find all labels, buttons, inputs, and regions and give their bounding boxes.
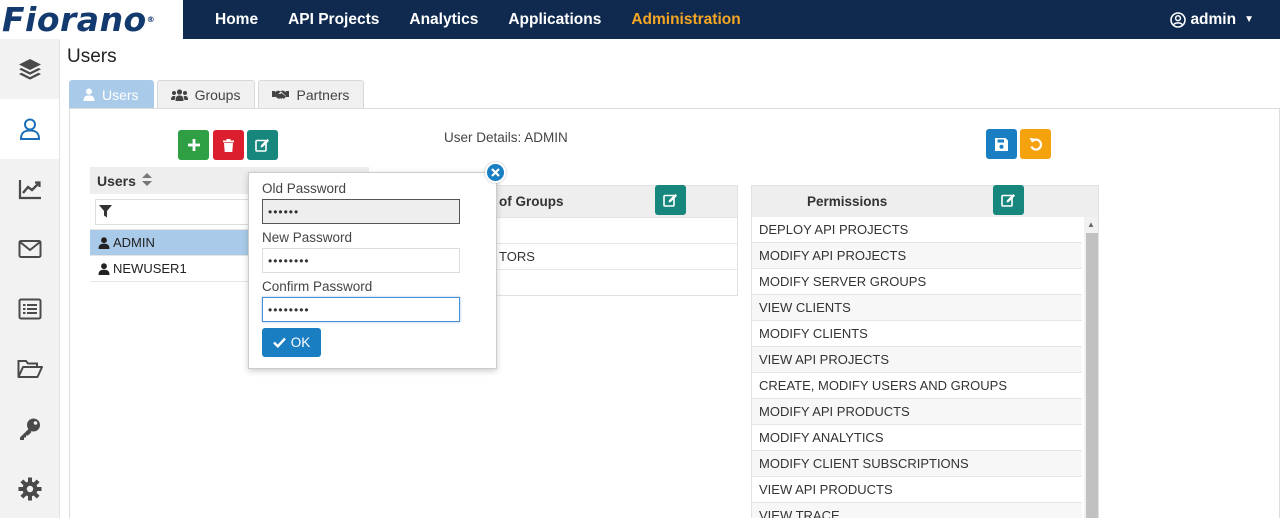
new-password-label: New Password	[262, 230, 353, 245]
close-popover-button[interactable]	[485, 162, 506, 183]
save-button[interactable]	[986, 129, 1017, 159]
change-password-popover: Old Password •••••• New Password •••••••…	[248, 172, 497, 369]
nav-api-projects[interactable]: API Projects	[288, 11, 379, 29]
layers-icon	[18, 59, 41, 80]
nav-analytics[interactable]: Analytics	[409, 11, 478, 29]
check-icon	[272, 337, 286, 348]
sidebar-item-settings[interactable]	[0, 459, 59, 519]
user-name-cell: NEWUSER1	[113, 261, 187, 276]
plus-icon	[187, 139, 200, 151]
trash-icon	[223, 138, 234, 152]
list-item[interactable]: MODIFY API PROJECTS	[752, 243, 1082, 269]
nav-home[interactable]: Home	[215, 11, 258, 29]
tab-partners[interactable]: Partners	[258, 80, 365, 108]
sidebar	[0, 39, 60, 518]
nav-administration[interactable]: Administration	[631, 11, 740, 29]
tab-groups-label: Groups	[194, 86, 241, 103]
caret-down-icon: ▼	[1244, 14, 1254, 25]
users-icon	[170, 88, 188, 101]
edit-icon	[663, 193, 678, 207]
user-icon	[83, 88, 95, 101]
logo[interactable]: Fiorano®	[0, 0, 183, 39]
list-item[interactable]: VIEW API PRODUCTS	[752, 477, 1082, 503]
list-item[interactable]: DEPLOY API PROJECTS	[752, 217, 1082, 243]
list-icon	[18, 298, 41, 320]
tab-partners-label: Partners	[296, 86, 350, 103]
tab-users-label: Users	[102, 86, 139, 103]
confirm-password-field[interactable]: ••••••••	[262, 297, 460, 322]
user-icon	[98, 262, 110, 275]
tab-bar: Users Groups Partners	[69, 80, 367, 108]
user-name-cell: ADMIN	[113, 235, 155, 250]
delete-user-button[interactable]	[213, 130, 244, 160]
list-item[interactable]: MODIFY ANALYTICS	[752, 425, 1082, 451]
user-icon	[98, 236, 110, 249]
nav-applications[interactable]: Applications	[508, 11, 601, 29]
confirm-password-label: Confirm Password	[262, 279, 373, 294]
groups-header-label: of Groups	[499, 194, 564, 209]
permissions-list: DEPLOY API PROJECTS MODIFY API PROJECTS …	[752, 217, 1082, 518]
sidebar-item-analytics[interactable]	[0, 159, 59, 219]
edit-icon	[1001, 193, 1016, 207]
old-password-field[interactable]: ••••••	[262, 199, 460, 224]
permissions-scrollbar[interactable]: ▲	[1084, 217, 1098, 518]
filter-icon	[99, 205, 112, 218]
top-navbar: Fiorano® Home API Projects Analytics App…	[0, 0, 1280, 39]
sort-icon	[141, 172, 152, 189]
edit-user-button[interactable]	[247, 130, 278, 160]
edit-groups-button[interactable]	[655, 185, 686, 215]
sidebar-item-messages[interactable]	[0, 219, 59, 279]
scroll-up-arrow-icon[interactable]: ▲	[1087, 220, 1095, 229]
envelope-icon	[18, 240, 41, 258]
users-header-label: Users	[97, 172, 136, 189]
new-password-field[interactable]: ••••••••	[262, 248, 460, 273]
list-item[interactable]: VIEW API PROJECTS	[752, 347, 1082, 373]
ok-button-label: OK	[290, 335, 311, 350]
list-item[interactable]: MODIFY CLIENT SUBSCRIPTIONS	[752, 451, 1082, 477]
user-icon	[19, 118, 40, 140]
sidebar-item-files[interactable]	[0, 339, 59, 399]
sidebar-item-users[interactable]	[0, 99, 59, 159]
chart-icon	[18, 180, 41, 200]
user-name: admin	[1190, 10, 1237, 28]
list-item[interactable]: MODIFY API PRODUCTS	[752, 399, 1082, 425]
tab-groups[interactable]: Groups	[156, 80, 256, 108]
undo-icon	[1029, 138, 1042, 151]
folder-open-icon	[17, 360, 43, 378]
list-item[interactable]: MODIFY SERVER GROUPS	[752, 269, 1082, 295]
sidebar-item-layers[interactable]	[0, 39, 59, 99]
edit-permissions-button[interactable]	[993, 185, 1024, 215]
main-nav: Home API Projects Analytics Applications…	[200, 0, 756, 39]
list-item[interactable]: VIEW TRACE	[752, 503, 1082, 518]
ok-button[interactable]: OK	[262, 328, 321, 357]
floppy-disk-icon	[995, 137, 1008, 151]
user-circle-icon	[1170, 11, 1187, 28]
key-icon	[19, 418, 40, 440]
permissions-column-header: Permissions	[752, 186, 1098, 217]
list-item[interactable]: VIEW CLIENTS	[752, 295, 1082, 321]
sidebar-item-keys[interactable]	[0, 399, 59, 459]
scrollbar-thumb[interactable]	[1086, 233, 1098, 518]
logo-text: Fiorano®	[2, 0, 156, 39]
add-user-button[interactable]	[178, 130, 209, 160]
list-item[interactable]: MODIFY CLIENTS	[752, 321, 1082, 347]
user-details-label: User Details: ADMIN	[444, 130, 568, 145]
close-icon	[491, 168, 500, 177]
edit-icon	[255, 138, 270, 152]
user-menu[interactable]: admin ▼	[1170, 0, 1254, 39]
tab-users[interactable]: Users	[69, 80, 154, 108]
sidebar-item-list[interactable]	[0, 279, 59, 339]
reset-button[interactable]	[1020, 129, 1051, 159]
old-password-label: Old Password	[262, 181, 347, 196]
list-item[interactable]: CREATE, MODIFY USERS AND GROUPS	[752, 373, 1082, 399]
permissions-header-label: Permissions	[807, 194, 888, 209]
handshake-icon	[272, 90, 290, 99]
gear-icon	[18, 477, 41, 501]
page-title: Users	[67, 46, 117, 67]
permissions-table: Permissions DEPLOY API PROJECTS MODIFY A…	[751, 185, 1099, 518]
